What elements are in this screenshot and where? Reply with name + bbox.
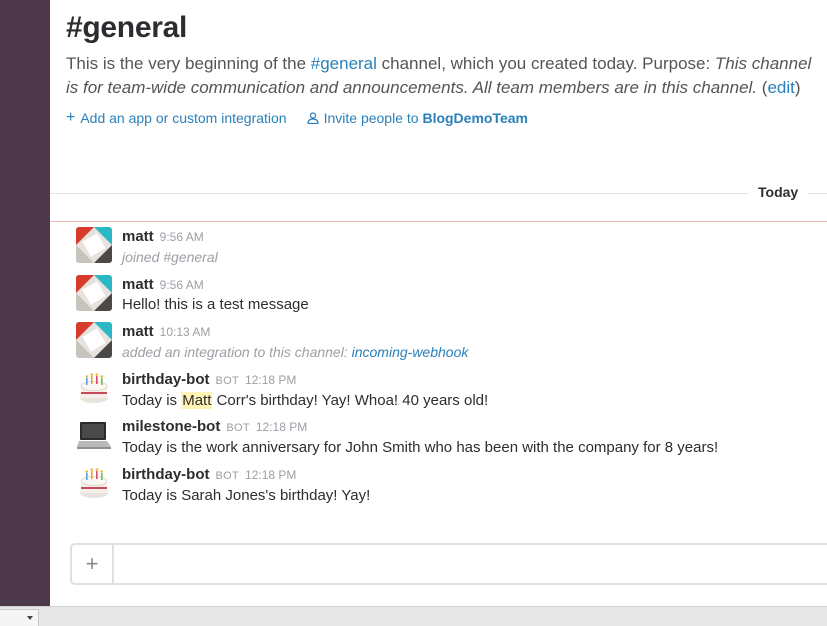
message-timestamp[interactable]: 9:56 AM (160, 227, 204, 247)
message-item: matt 9:56 AM joined #general (76, 227, 816, 275)
message-item: matt 10:13 AM added an integration to th… (76, 322, 816, 370)
message-header: matt 9:56 AM (122, 227, 218, 247)
message-timestamp[interactable]: 12:18 PM (245, 465, 296, 485)
message-text-suffix: Corr's birthday! Yay! Whoa! 40 years old… (212, 391, 489, 409)
message-text: Today is the work anniversary for John S… (122, 439, 719, 456)
intro-middle: channel, which you created today. Purpos… (376, 54, 715, 73)
message-timestamp[interactable]: 12:18 PM (245, 370, 296, 390)
channel-link[interactable]: #general (311, 54, 377, 73)
message-text: Today is Matt Corr's birthday! Yay! Whoa… (122, 391, 488, 411)
person-icon (306, 112, 319, 124)
edit-open-paren: ( (757, 78, 768, 97)
message-body: birthday-bot BOT 12:18 PM Today is Matt … (122, 370, 488, 418)
message-body: birthday-bot BOT 12:18 PM Today is Sarah… (122, 465, 370, 513)
matt-avatar[interactable] (76, 227, 112, 263)
intro-actions: + Add an app or custom integration Invit… (66, 109, 816, 127)
invite-label: Invite people to (323, 110, 423, 126)
message-header: birthday-bot BOT 12:18 PM (122, 370, 488, 391)
message-body: milestone-bot BOT 12:18 PM Today is the … (122, 417, 718, 465)
channel-intro: #general This is the very beginning of t… (66, 10, 816, 126)
sender-name[interactable]: matt (122, 275, 154, 295)
add-app-button[interactable]: + Add an app or custom integration (66, 109, 287, 127)
message-item: matt 9:56 AM Hello! this is a test messa… (76, 274, 816, 323)
team-name: BlogDemoTeam (422, 110, 528, 126)
matt-avatar[interactable] (76, 322, 112, 358)
message-header: matt 10:13 AM (122, 322, 468, 342)
bot-badge: BOT (226, 422, 250, 434)
laptop-icon[interactable] (76, 417, 112, 453)
message-header: matt 9:56 AM (122, 275, 309, 295)
message-text: Today is Sarah Jones's birthday! Yay! (122, 486, 371, 504)
attach-file-button[interactable]: + (72, 545, 114, 583)
day-divider: Today (50, 183, 827, 203)
message-list: matt 9:56 AM joined #general matt 9:56 A… (76, 227, 816, 512)
new-messages-line (50, 221, 827, 222)
sender-name[interactable]: matt (122, 322, 154, 342)
message-input[interactable] (116, 545, 827, 583)
matt-avatar[interactable] (76, 274, 112, 311)
message-timestamp[interactable]: 9:56 AM (160, 275, 204, 295)
message-text-prefix: added an integration to this channel: (122, 344, 352, 360)
invite-people-button[interactable]: Invite people to BlogDemoTeam (306, 110, 528, 126)
team-sidebar (0, 0, 50, 606)
message-timestamp[interactable]: 12:18 PM (256, 417, 307, 437)
message-body: matt 9:56 AM Hello! this is a test messa… (122, 275, 309, 323)
sender-name[interactable]: matt (122, 227, 154, 247)
bottom-status-bar (0, 606, 827, 626)
sender-name[interactable]: milestone-bot (122, 417, 220, 437)
message-body: matt 9:56 AM joined #general (122, 227, 218, 275)
bot-badge: BOT (215, 374, 240, 387)
integration-link[interactable]: incoming-webhook (352, 344, 469, 360)
birthday-cake-icon[interactable] (76, 369, 112, 406)
message-item: birthday-bot BOT 12:18 PM Today is Matt … (76, 369, 816, 418)
day-divider-line (50, 193, 827, 194)
sender-name[interactable]: birthday-bot (122, 370, 210, 390)
message-item: birthday-bot BOT 12:18 PM Today is Sarah… (76, 464, 816, 513)
chevron-down-icon (27, 616, 33, 620)
edit-purpose-link[interactable]: edit (767, 78, 794, 97)
message-text: Hello! this is a test message (122, 295, 309, 313)
sender-name[interactable]: birthday-bot (122, 465, 210, 485)
plus-icon: + (66, 109, 76, 126)
birthday-cake-icon[interactable] (76, 464, 112, 501)
intro-prefix: This is the very beginning of the (66, 54, 311, 73)
day-divider-label: Today (748, 184, 809, 200)
add-app-label: Add an app or custom integration (80, 110, 287, 126)
highlighted-mention: Matt (181, 391, 213, 409)
message-timestamp[interactable]: 10:13 AM (160, 322, 211, 342)
dropdown-control[interactable] (0, 609, 39, 626)
message-item: milestone-bot BOT 12:18 PM Today is the … (76, 417, 816, 465)
message-text: joined #general (122, 249, 218, 265)
edit-close-paren: ) (794, 78, 801, 97)
channel-intro-text: This is the very beginning of the #gener… (66, 52, 816, 100)
message-header: birthday-bot BOT 12:18 PM (122, 465, 370, 486)
message-text: added an integration to this channel: in… (122, 342, 468, 362)
message-composer: + (70, 543, 827, 585)
channel-title: #general (66, 11, 187, 44)
bot-badge: BOT (215, 469, 240, 482)
message-body: matt 10:13 AM added an integration to th… (122, 322, 468, 370)
message-text-prefix: Today is (122, 391, 182, 409)
message-header: milestone-bot BOT 12:18 PM (122, 417, 718, 438)
